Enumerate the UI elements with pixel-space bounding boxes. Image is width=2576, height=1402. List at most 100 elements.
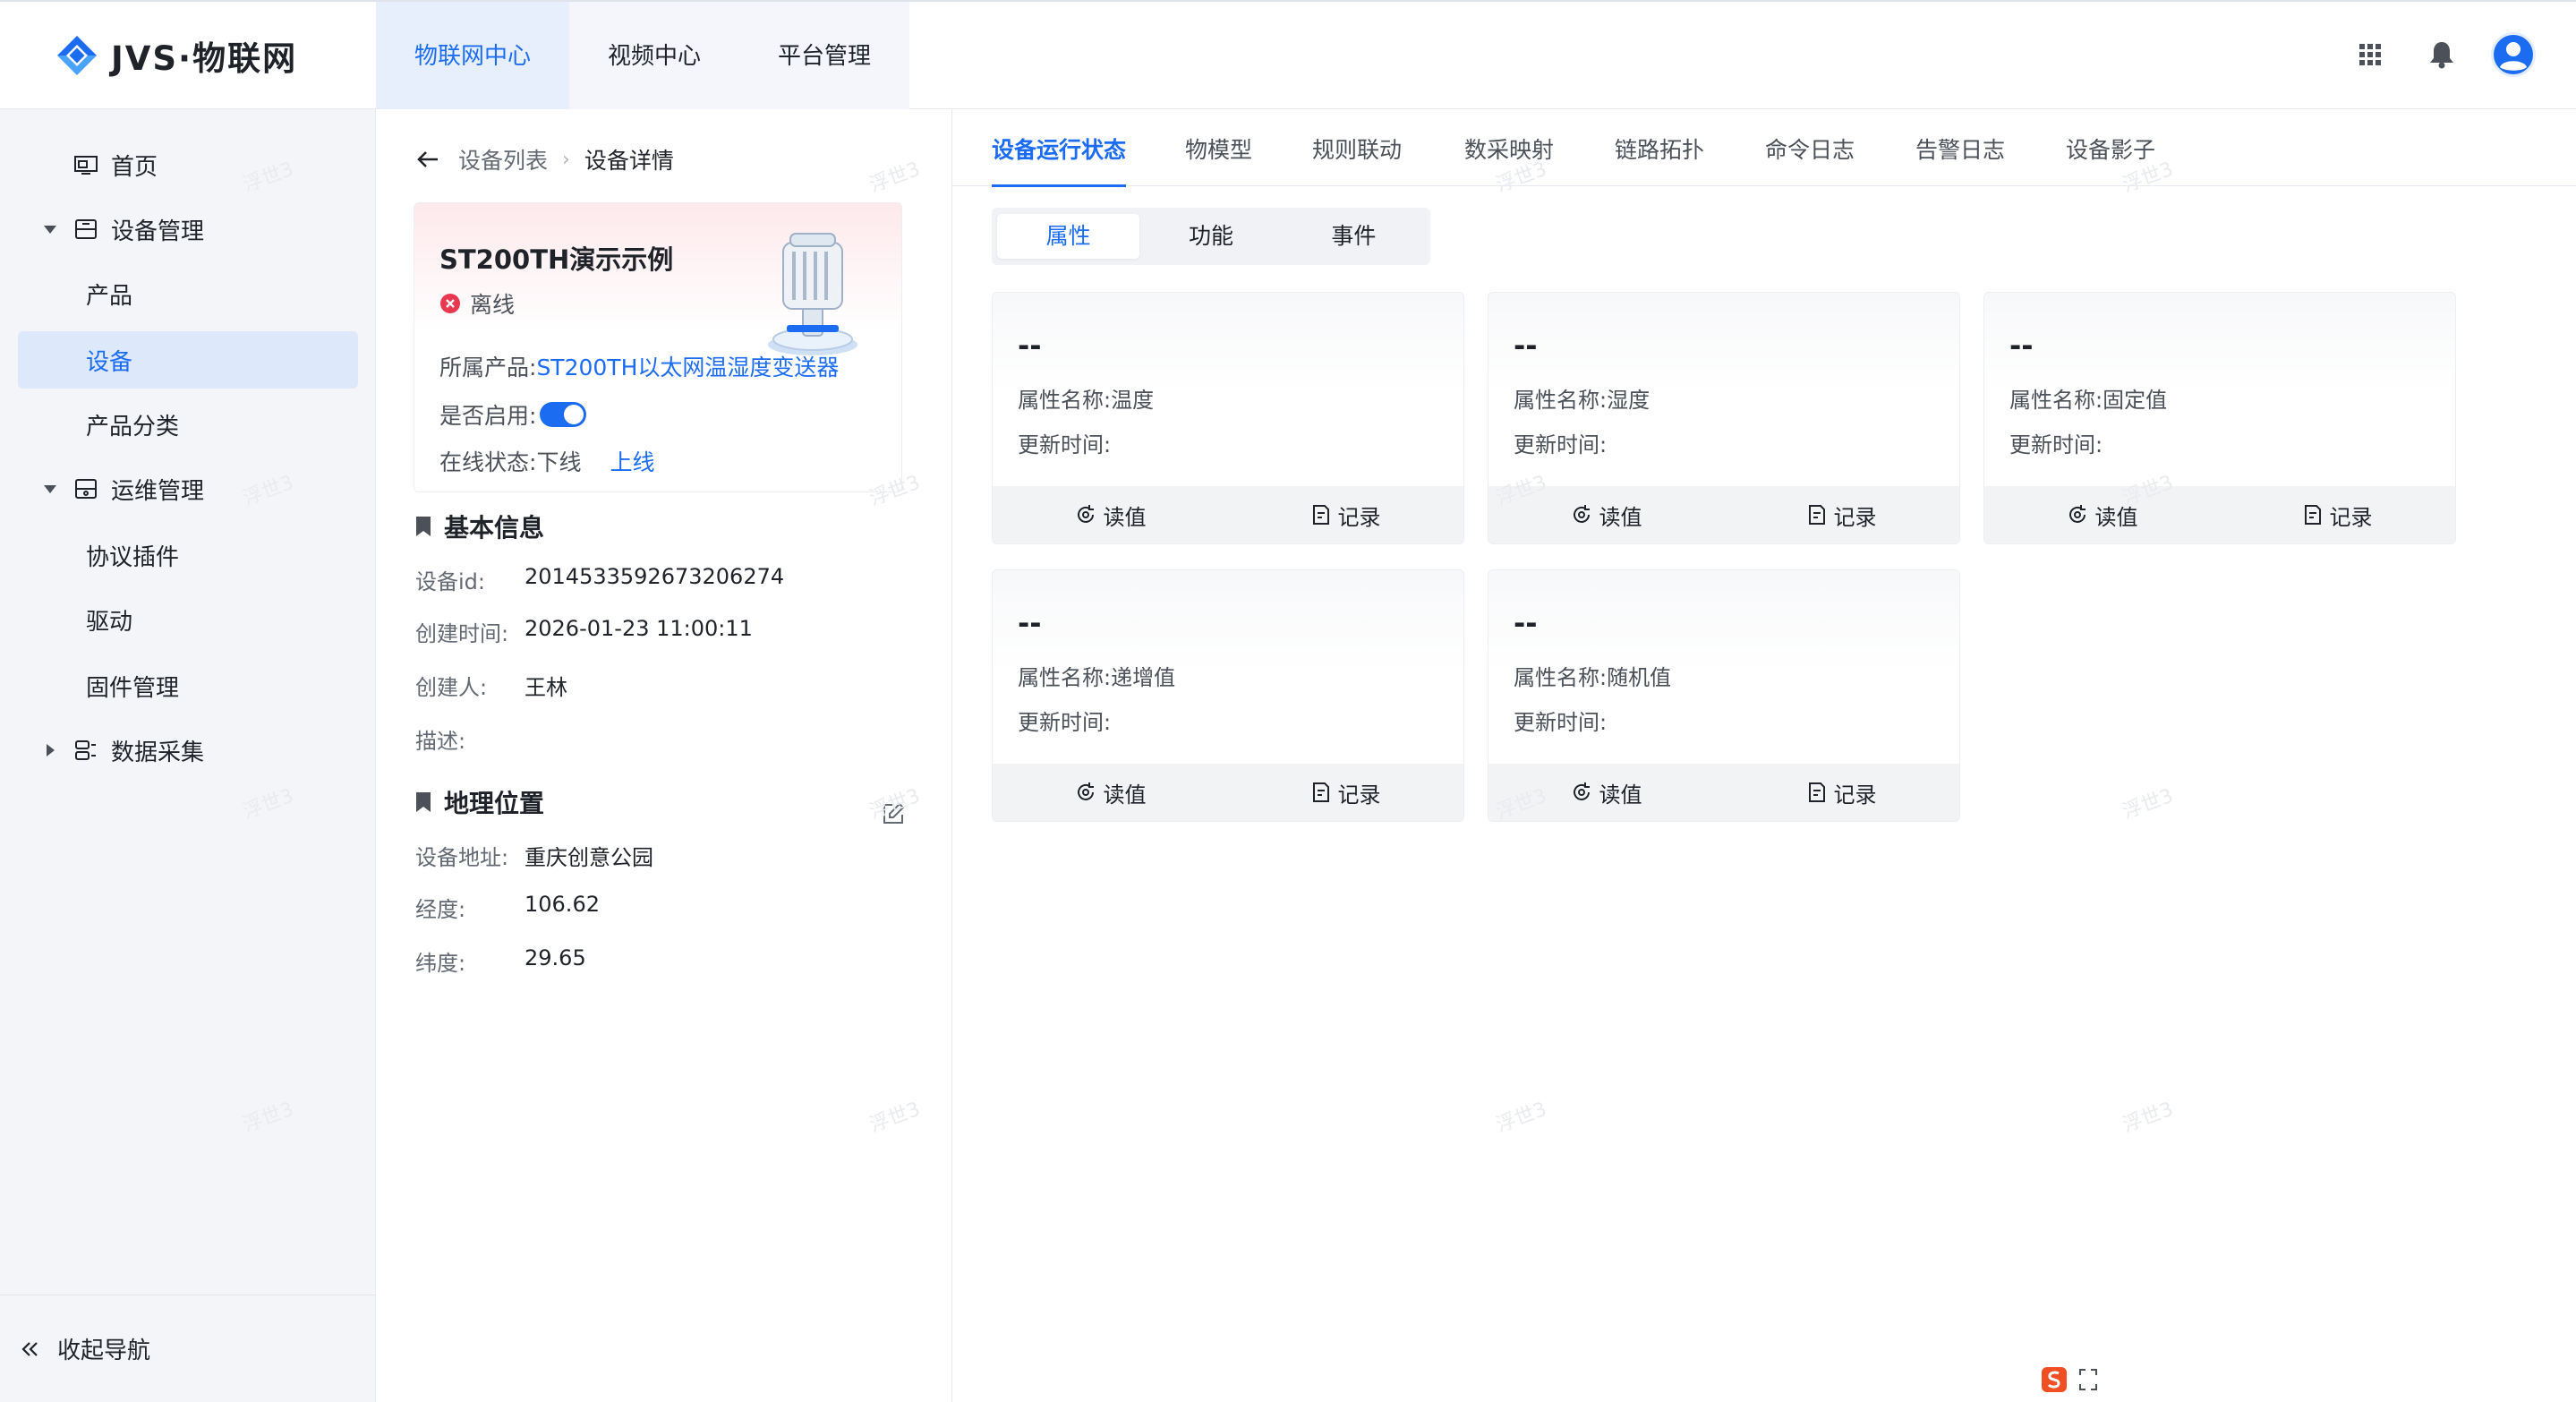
topnav-platform-admin[interactable]: 平台管理: [739, 2, 909, 109]
input-method-badge[interactable]: [2041, 1366, 2098, 1393]
apps-grid-icon[interactable]: [2347, 31, 2393, 78]
property-card-actions: 读值 记录: [1488, 764, 1959, 821]
property-card: -- 属性名称:固定值 更新时间: 读值 记录: [1983, 292, 2456, 544]
property-value: --: [2009, 329, 2034, 363]
collect-icon: [75, 740, 96, 760]
enabled-label: 是否启用:: [439, 403, 537, 429]
read-value-button[interactable]: 读值: [1984, 486, 2220, 543]
sidebar-item-device[interactable]: 设备: [18, 331, 358, 389]
home-icon: [74, 156, 98, 175]
record-doc-icon: [1808, 505, 1825, 525]
location-title-text: 地理位置: [444, 789, 545, 818]
scan-icon: [2079, 1369, 2097, 1390]
record-label: 记录: [1337, 782, 1381, 808]
offline-status-icon: [440, 294, 460, 313]
sidebar-item-label: 首页: [111, 153, 158, 181]
sidebar-item-product-category[interactable]: 产品分类: [18, 396, 358, 453]
sidebar-item-ops-mgmt[interactable]: 运维管理: [18, 460, 358, 517]
logo-mark-icon: [57, 36, 97, 75]
property-value: --: [1514, 606, 1538, 640]
info-value: 王林: [525, 675, 567, 700]
property-card-actions: 读值 记录: [993, 486, 1463, 543]
record-doc-icon: [1312, 505, 1329, 525]
read-value-label: 读值: [1599, 504, 1642, 530]
record-button[interactable]: 记录: [2220, 486, 2455, 543]
segment-functions[interactable]: 功能: [1139, 214, 1282, 259]
property-update-time: 更新时间:: [1514, 710, 1608, 735]
info-value: 29.65: [525, 945, 586, 970]
location-title: 地理位置: [415, 784, 544, 820]
property-update-time: 更新时间:: [1514, 432, 1608, 457]
enabled-toggle[interactable]: [540, 402, 587, 427]
sidebar-item-product[interactable]: 产品: [18, 265, 358, 322]
property-value: --: [1514, 329, 1538, 363]
device-detail-panel: 设备列表 › 设备详情 ST200TH演示示例 离线 所属产品: ST200TH…: [376, 109, 952, 1402]
sidebar-item-driver[interactable]: 驱动: [18, 591, 358, 648]
tab-command-log[interactable]: 命令日志: [1765, 133, 1855, 184]
info-row-address: 设备地址: 重庆创意公园: [415, 840, 653, 871]
online-on-link[interactable]: 上线: [610, 445, 654, 477]
property-update-time: 更新时间:: [1018, 710, 1112, 735]
property-value: --: [1018, 606, 1042, 640]
record-label: 记录: [1833, 782, 1877, 808]
bookmark-icon: [416, 517, 431, 536]
refresh-read-icon: [1077, 505, 1094, 523]
record-button[interactable]: 记录: [1724, 764, 1959, 821]
bookmark-icon: [416, 792, 431, 812]
sidebar-item-firmware[interactable]: 固件管理: [18, 657, 358, 714]
collapse-nav-button[interactable]: 收起导航: [0, 1295, 376, 1402]
app-logo[interactable]: JVS·物联网: [54, 27, 297, 84]
tab-link-topology[interactable]: 链路拓扑: [1615, 133, 1704, 184]
tab-thing-model[interactable]: 物模型: [1185, 133, 1252, 184]
info-row-latitude: 纬度: 29.65: [415, 945, 586, 977]
device-summary-card: ST200TH演示示例 离线 所属产品: ST200TH以太网温湿度变送器 是否…: [414, 202, 902, 492]
sidebar-item-home[interactable]: 首页: [18, 136, 358, 193]
tab-run-status[interactable]: 设备运行状态: [992, 133, 1127, 187]
tab-alarm-log[interactable]: 告警日志: [1915, 133, 2005, 184]
user-avatar-icon[interactable]: [2490, 31, 2537, 78]
breadcrumb-device-list[interactable]: 设备列表: [458, 143, 548, 175]
back-arrow-icon[interactable]: [415, 149, 440, 170]
read-value-label: 读值: [1103, 782, 1147, 808]
info-key: 创建人:: [415, 675, 488, 700]
top-nav: 物联网中心 视频中心 平台管理: [376, 2, 910, 109]
tab-rule-linkage[interactable]: 规则联动: [1312, 133, 1402, 184]
topnav-iot-center[interactable]: 物联网中心: [376, 2, 570, 109]
record-doc-icon: [2304, 505, 2321, 525]
refresh-read-icon: [2068, 505, 2086, 523]
property-name: 属性名称:湿度: [1514, 388, 1651, 413]
sidebar-item-protocol-plugin[interactable]: 协议插件: [18, 526, 358, 584]
device-status: 离线: [439, 287, 515, 320]
sidebar-item-device-mgmt[interactable]: 设备管理: [18, 201, 358, 258]
property-card-actions: 读值 记录: [1488, 486, 1959, 543]
property-card-actions: 读值 记录: [1984, 486, 2455, 543]
topnav-video-center[interactable]: 视频中心: [569, 2, 739, 109]
refresh-read-icon: [1573, 505, 1590, 523]
info-row-longitude: 经度: 106.62: [415, 892, 600, 923]
info-row-created-time: 创建时间: 2026-01-23 11:00:11: [415, 616, 753, 647]
property-update-time: 更新时间:: [1018, 432, 1112, 457]
top-bar: JVS·物联网 物联网中心 视频中心 平台管理: [0, 0, 2576, 109]
segment-properties[interactable]: 属性: [997, 214, 1140, 259]
info-value: 106.62: [525, 892, 600, 917]
breadcrumb-current: 设备详情: [584, 148, 674, 174]
read-value-button[interactable]: 读值: [993, 486, 1228, 543]
bell-icon[interactable]: [2418, 31, 2465, 78]
segment-events[interactable]: 事件: [1283, 214, 1425, 259]
collapse-nav-label: 收起导航: [57, 1338, 151, 1364]
info-value: 重庆创意公园: [525, 845, 653, 870]
sidebar-item-label: 产品: [86, 282, 133, 310]
record-button[interactable]: 记录: [1724, 486, 1959, 543]
record-button[interactable]: 记录: [1228, 764, 1463, 821]
record-doc-icon: [1808, 782, 1825, 802]
read-value-button[interactable]: 读值: [993, 764, 1228, 821]
caret-down-icon: [44, 485, 56, 493]
sidebar-item-label: 设备: [86, 348, 133, 376]
property-name: 属性名称:固定值: [2009, 388, 2168, 413]
record-label: 记录: [2329, 504, 2373, 530]
property-card: -- 属性名称:随机值 更新时间: 读值 记录: [1488, 569, 1960, 822]
property-card: -- 属性名称:湿度 更新时间: 读值 记录: [1488, 292, 1960, 544]
record-button[interactable]: 记录: [1228, 486, 1463, 543]
sidebar-item-data-collect[interactable]: 数据采集: [18, 722, 358, 779]
info-row-creator: 创建人: 王林: [415, 670, 567, 701]
